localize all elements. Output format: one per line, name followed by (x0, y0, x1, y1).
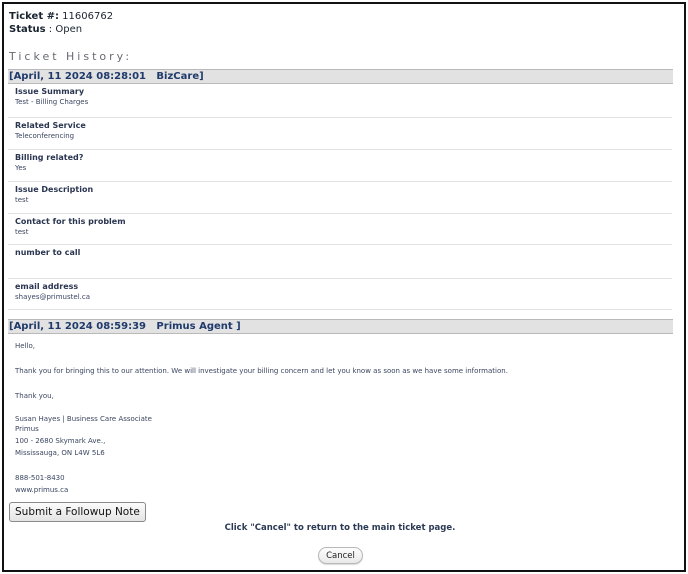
field-label: Contact for this problem (15, 217, 126, 226)
ticket-number-line: Ticket #: 11606762 (9, 10, 113, 23)
field-label: number to call (15, 248, 81, 257)
field-email-address: email address shayes@primustel.ca (8, 279, 672, 310)
field-label: Related Service (15, 121, 86, 130)
ticket-number: 11606762 (62, 11, 114, 22)
ticket-number-label: Ticket #: (9, 11, 59, 22)
submit-followup-note-button[interactable]: Submit a Followup Note (9, 502, 146, 522)
signature-line: Susan Hayes | Business Care Associate (15, 415, 152, 423)
ticket-status-sep: : (48, 24, 53, 35)
field-value: test (15, 228, 29, 236)
field-label: Billing related? (15, 153, 84, 162)
cancel-button[interactable]: Cancel (318, 547, 363, 564)
field-related-service: Related Service Teleconferencing (8, 118, 672, 150)
field-number-to-call: number to call (8, 245, 672, 279)
field-value: Teleconferencing (15, 132, 75, 140)
signature-line: 100 - 2680 Skymark Ave., (15, 437, 106, 445)
ticket-status-label: Status (9, 24, 46, 35)
cancel-hint: Click "Cancel" to return to the main tic… (224, 523, 456, 533)
ticket-panel: Ticket #: 11606762 Status : Open Ticket … (2, 2, 686, 572)
field-value: shayes@primustel.ca (15, 293, 90, 301)
message-closing: Thank you, (15, 392, 54, 400)
field-issue-summary: Issue Summary Test - Billing Charges (8, 84, 672, 118)
ticket-status: Open (55, 24, 83, 35)
message-greeting: Hello, (15, 342, 35, 350)
message-body: Thank you for bringing this to our atten… (15, 367, 508, 375)
field-contact: Contact for this problem test (8, 214, 672, 245)
field-issue-description: Issue Description test (8, 182, 672, 214)
field-billing-related: Billing related? Yes (8, 150, 672, 182)
contact-website: www.primus.ca (15, 486, 69, 494)
contact-phone: 888-501-8430 (15, 474, 65, 482)
field-label: Issue Summary (15, 87, 85, 96)
field-label: email address (15, 282, 79, 291)
ticket-status-line: Status : Open (9, 23, 82, 36)
field-value: test (15, 196, 29, 204)
signature-line: Mississauga, ON L4W 5L6 (15, 449, 105, 457)
field-value: Test - Billing Charges (15, 98, 89, 106)
ticket-history-title: Ticket History: (9, 50, 133, 63)
field-value: Yes (15, 164, 27, 172)
field-label: Issue Description (15, 185, 94, 194)
history-entry-header: [April, 11 2024 08:28:01 BizCare] (8, 69, 673, 84)
history-entry-header: [April, 11 2024 08:59:39 Primus Agent ] (8, 319, 673, 334)
signature-line: Primus (15, 425, 39, 433)
